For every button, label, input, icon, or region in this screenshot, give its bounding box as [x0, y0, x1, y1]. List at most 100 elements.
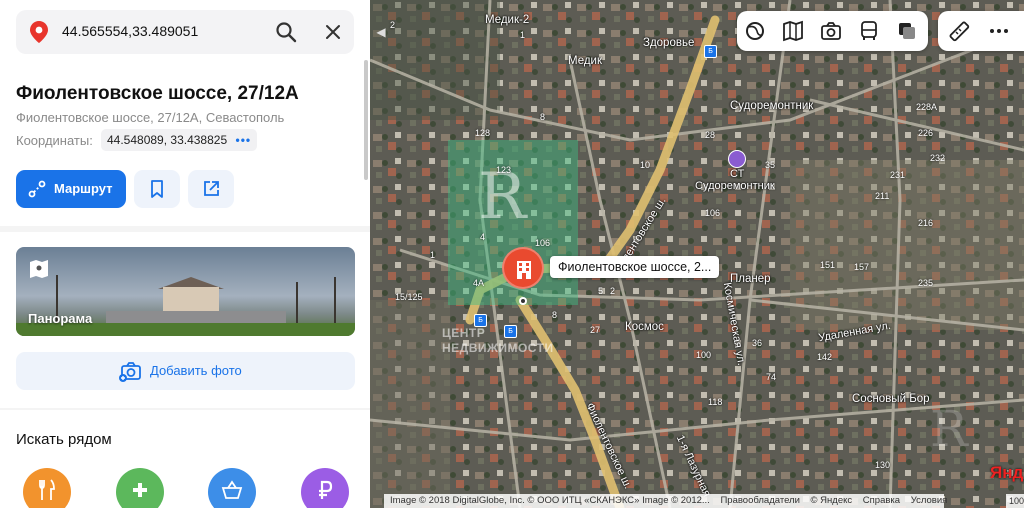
house-number: 4: [480, 232, 486, 242]
search-box[interactable]: 44.565554,33.489051: [16, 10, 354, 54]
place-title: Фиолентовское шоссе, 27/12А: [16, 83, 299, 104]
layers-icon[interactable]: [744, 20, 766, 42]
bus-stop-icon[interactable]: Б: [504, 325, 517, 338]
map-label-sudoremontnik: Судоремонтник: [730, 100, 814, 112]
house-number: 10: [640, 160, 651, 170]
fork-knife-icon: [39, 479, 55, 500]
search-input[interactable]: 44.565554,33.489051: [62, 23, 198, 39]
map-label-kosmos: Космос: [625, 321, 664, 333]
route-button[interactable]: Маршрут: [16, 170, 126, 208]
house-number: 1: [520, 30, 526, 40]
location-pin-icon: [30, 21, 48, 43]
rights-holders-link[interactable]: Правообладатели: [720, 495, 799, 506]
poi-marker-icon[interactable]: [728, 150, 746, 168]
house-number: 106: [535, 238, 551, 248]
house-number: 28: [705, 130, 716, 140]
house-number: 151: [820, 260, 836, 270]
map-attribution: Image © 2018 DigitalGlobe, Inc. © ООО ИТ…: [384, 494, 947, 508]
help-link[interactable]: Справка: [863, 495, 900, 506]
ruler-icon[interactable]: [948, 20, 970, 42]
yandex-logo[interactable]: Янд: [990, 463, 1023, 483]
nearby-food-button[interactable]: [23, 468, 71, 508]
house-number: 100: [696, 350, 712, 360]
house-number: 5: [598, 286, 604, 296]
coords-label: Координаты:: [16, 133, 93, 148]
house-number: 226: [918, 128, 934, 138]
building-marker-icon[interactable]: [502, 247, 544, 289]
panorama-card[interactable]: Панорама: [16, 247, 355, 336]
place-address: Фиолентовское шоссе, 27/12А, Севастополь: [16, 110, 285, 125]
watermark-text: ЦЕНТР НЕДВИЖИМОСТИ: [442, 326, 554, 355]
nearby-shop-button[interactable]: [208, 468, 256, 508]
map-label-zdorovye: Здоровье: [643, 37, 695, 49]
basket-icon: [221, 480, 243, 499]
house-number: 1: [430, 250, 436, 260]
more-icon[interactable]: [988, 20, 1010, 42]
close-icon[interactable]: [321, 20, 345, 44]
nearby-pharmacy-button[interactable]: [116, 468, 164, 508]
camera-icon[interactable]: [820, 20, 842, 42]
building-icon: [517, 261, 531, 279]
house-number: 15/125: [395, 292, 423, 302]
house-number: 27: [590, 325, 601, 335]
divider: [0, 408, 370, 410]
add-photo-button[interactable]: Добавить фото: [16, 352, 355, 390]
map-scale: 100: [1006, 494, 1024, 508]
plus-icon: [133, 483, 147, 497]
nearby-atm-button[interactable]: [301, 468, 349, 508]
house-number: 130: [875, 460, 891, 470]
divider: [0, 226, 370, 232]
coords-value[interactable]: 44.548089, 33.438825 •••: [101, 129, 258, 151]
house-number: 231: [890, 170, 906, 180]
house-number: 235: [918, 278, 934, 288]
house-number: 157: [854, 262, 870, 272]
collapse-panel-button[interactable]: ◀: [370, 18, 392, 46]
watermark-logo-right: R: [930, 400, 968, 458]
house-number: 211: [875, 191, 890, 201]
bus-stop-icon[interactable]: Б: [704, 45, 717, 58]
house-number: 228А: [916, 102, 938, 112]
house-number: 2: [610, 286, 616, 296]
house-number: 216: [918, 218, 934, 228]
satellite-map[interactable]: ◀ R ЦЕНТР НЕДВИЖИМОСТИ R Медик-2 Медик З…: [370, 0, 1024, 508]
bus-stop-icon[interactable]: Б: [474, 314, 487, 327]
house-number: 106: [705, 208, 721, 218]
house-number: 74: [766, 372, 777, 382]
house-number: 123: [496, 165, 512, 175]
tree-decor: [296, 282, 298, 324]
nearby-title: Искать рядом: [16, 431, 112, 448]
camera-plus-icon: [119, 362, 141, 382]
house-number: 8: [552, 310, 558, 320]
map-label-planer: Планер: [730, 273, 771, 285]
house-number: 2: [390, 20, 396, 30]
book-map-icon[interactable]: [782, 20, 804, 42]
map-toolbar: [737, 11, 928, 51]
panorama-icon: [30, 260, 48, 278]
more-icon[interactable]: •••: [236, 129, 252, 151]
place-callout[interactable]: Фиолентовское шоссе, 2...: [550, 256, 720, 278]
tree-decor: [334, 277, 336, 325]
house-number: 36: [752, 338, 763, 348]
house-number: 118: [708, 397, 723, 407]
panorama-label: Панорама: [28, 311, 93, 326]
house-number: 142: [817, 352, 833, 362]
search-icon[interactable]: [274, 20, 298, 44]
bookmark-button[interactable]: [134, 170, 180, 208]
map-label-medik2: Медик-2: [485, 14, 530, 26]
route-icon: [28, 180, 46, 198]
terms-link[interactable]: Условия: [911, 495, 948, 506]
map-label-medik: Медик: [568, 55, 603, 67]
map-label-sosnovy-bor: Сосновый Бор: [852, 393, 930, 405]
share-icon: [204, 181, 219, 196]
imagery-credit: Image © 2018 DigitalGlobe, Inc. © ООО ИТ…: [390, 495, 710, 506]
side-panel: 44.565554,33.489051 Фиолентовское шоссе,…: [0, 0, 370, 508]
location-dot: [519, 297, 527, 305]
bus-icon[interactable]: [858, 20, 880, 42]
map-label-st: СТ: [730, 168, 745, 180]
house-number: 232: [930, 153, 946, 163]
bookmark-icon: [151, 180, 163, 198]
panel-scrollbar[interactable]: [364, 60, 368, 180]
map-label-st-sudoremontnik: Судоремонтник: [695, 180, 775, 192]
copy-layers-icon[interactable]: [896, 20, 918, 42]
share-button[interactable]: [188, 170, 234, 208]
